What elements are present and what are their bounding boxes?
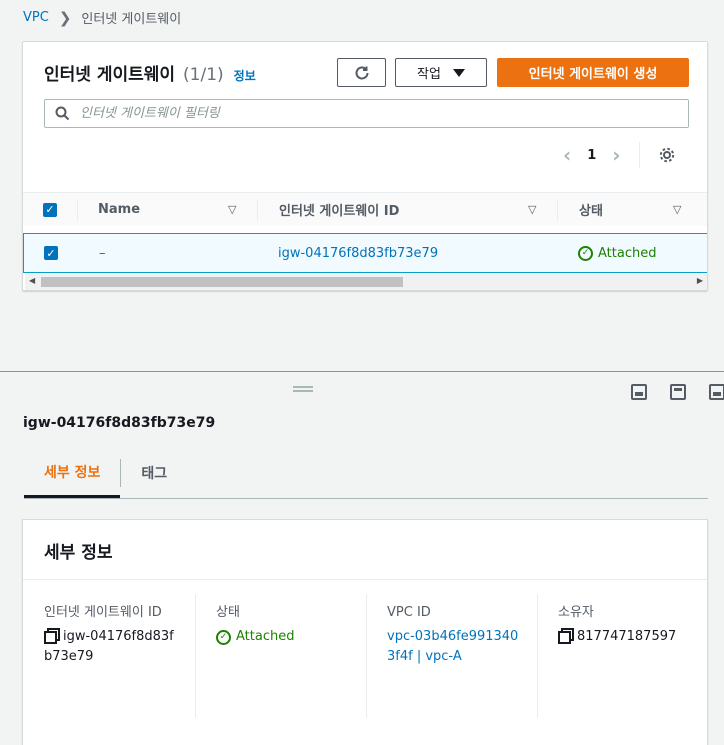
current-page[interactable]: 1: [587, 148, 596, 163]
field-owner: 소유자 817747187597: [558, 603, 708, 647]
tab-tags[interactable]: 태그: [121, 447, 187, 499]
sort-caret-icon[interactable]: ▽: [228, 203, 236, 216]
field-owner-label: 소유자: [558, 605, 594, 620]
filter-search-box[interactable]: [44, 99, 689, 128]
field-igw-id-label: 인터넷 게이트웨이 ID: [44, 605, 162, 620]
caret-down-icon: [452, 68, 465, 77]
state-text: Attached: [236, 629, 295, 644]
actions-label: 작업: [417, 67, 441, 82]
row-state: ✓ Attached: [578, 245, 657, 261]
column-header-state[interactable]: 상태: [579, 200, 603, 219]
chevron-right-icon: ❯: [58, 8, 72, 27]
horizontal-scrollbar[interactable]: ◀ ▶: [25, 274, 707, 290]
filter-input[interactable]: [80, 106, 660, 121]
actions-dropdown[interactable]: 작업: [395, 58, 487, 87]
field-state-label: 상태: [216, 605, 240, 620]
sort-caret-icon[interactable]: ▽: [673, 203, 681, 216]
scroll-right-icon[interactable]: ▶: [697, 276, 703, 285]
checkbox-checked-icon: ✓: [43, 202, 57, 217]
selected-resource-id: igw-04176f8d83fb73e79: [23, 415, 216, 431]
row-igw-id-link[interactable]: igw-04176f8d83fb73e79: [278, 246, 438, 261]
check-circle-icon: ✓: [578, 245, 593, 261]
row-state-label: Attached: [598, 245, 657, 261]
gear-icon[interactable]: [658, 146, 676, 164]
create-internet-gateway-button[interactable]: 인터넷 게이트웨이 생성: [497, 58, 689, 87]
copy-icon[interactable]: [558, 628, 574, 644]
split-side-icon[interactable]: [670, 384, 686, 400]
field-igw-id: 인터넷 게이트웨이 ID igw-04176f8d83fb73e79: [44, 603, 174, 667]
scroll-left-icon[interactable]: ◀: [29, 276, 35, 285]
refresh-icon: [355, 66, 368, 79]
next-page-icon[interactable]: ›: [612, 145, 620, 165]
select-all-checkbox[interactable]: ✓: [43, 202, 57, 217]
refresh-button[interactable]: [337, 58, 386, 87]
field-igw-id-value: igw-04176f8d83fb73e79: [44, 627, 174, 667]
field-state: 상태 ✓ Attached: [216, 603, 366, 647]
pager-divider: [638, 142, 640, 168]
column-divider: [77, 198, 78, 221]
row-name: –: [99, 245, 106, 261]
field-vpc-id: VPC ID vpc-03b46fe9913403f4f | vpc-A: [387, 603, 519, 667]
column-divider: [537, 594, 538, 718]
owner-text: 817747187597: [577, 629, 677, 644]
details-divider: [23, 579, 707, 580]
column-name-label: Name: [98, 202, 141, 217]
table-row[interactable]: ✓ – igw-04176f8d83fb73e79 ✓ Attached: [23, 233, 707, 273]
column-header-id[interactable]: 인터넷 게이트웨이 ID: [279, 200, 399, 219]
internet-gateways-panel: 인터넷 게이트웨이 (1/1) 정보 작업 인터넷 게이트웨이 생성 ‹ 1 ›: [22, 41, 708, 291]
detail-tabs: 세부 정보 태그: [24, 447, 708, 499]
info-link[interactable]: 정보: [234, 67, 256, 84]
breadcrumb: VPC ❯ 인터넷 게이트웨이: [23, 8, 182, 28]
checkbox-checked-icon: ✓: [44, 246, 58, 260]
field-state-value: ✓ Attached: [216, 627, 366, 647]
details-panel: 세부 정보 인터넷 게이트웨이 ID igw-04176f8d83fb73e79…: [22, 519, 708, 745]
column-id-label: 인터넷 게이트웨이 ID: [279, 204, 400, 219]
split-float-icon[interactable]: [709, 384, 724, 400]
split-panel: igw-04176f8d83fb73e79 세부 정보 태그 세부 정보 인터넷…: [0, 371, 724, 745]
field-vpc-id-label: VPC ID: [387, 605, 431, 620]
column-divider: [366, 594, 367, 718]
page-title: 인터넷 게이트웨이: [44, 65, 176, 85]
table-header: ✓ Name ▽ 인터넷 게이트웨이 ID ▽ 상태 ▽: [23, 192, 707, 226]
breadcrumb-vpc-link[interactable]: VPC: [23, 10, 49, 25]
scrollbar-thumb[interactable]: [41, 277, 403, 287]
column-divider: [195, 594, 196, 718]
copy-icon[interactable]: [44, 628, 60, 644]
breadcrumb-current: 인터넷 게이트웨이: [81, 12, 182, 27]
resize-handle[interactable]: [293, 386, 313, 392]
check-circle-icon: ✓: [216, 629, 231, 645]
panel-header: 인터넷 게이트웨이 (1/1) 정보: [44, 60, 256, 85]
vpc-id-link[interactable]: vpc-03b46fe9913403f4f | vpc-A: [387, 627, 519, 667]
column-divider: [257, 198, 258, 221]
column-header-name[interactable]: Name: [98, 202, 140, 217]
sort-caret-icon[interactable]: ▽: [528, 203, 536, 216]
split-bottom-icon[interactable]: [631, 384, 647, 400]
row-checkbox[interactable]: ✓: [44, 246, 58, 260]
column-divider: [557, 198, 558, 221]
search-icon: [55, 106, 70, 121]
field-owner-value: 817747187597: [558, 627, 708, 647]
column-state-label: 상태: [579, 204, 603, 219]
tab-details[interactable]: 세부 정보: [24, 448, 121, 498]
selection-count: (1/1): [183, 65, 224, 85]
igw-id-text: igw-04176f8d83fb73e79: [44, 629, 174, 664]
prev-page-icon[interactable]: ‹: [563, 145, 571, 165]
details-title: 세부 정보: [44, 543, 113, 563]
pagination: ‹ 1 ›: [563, 142, 676, 168]
